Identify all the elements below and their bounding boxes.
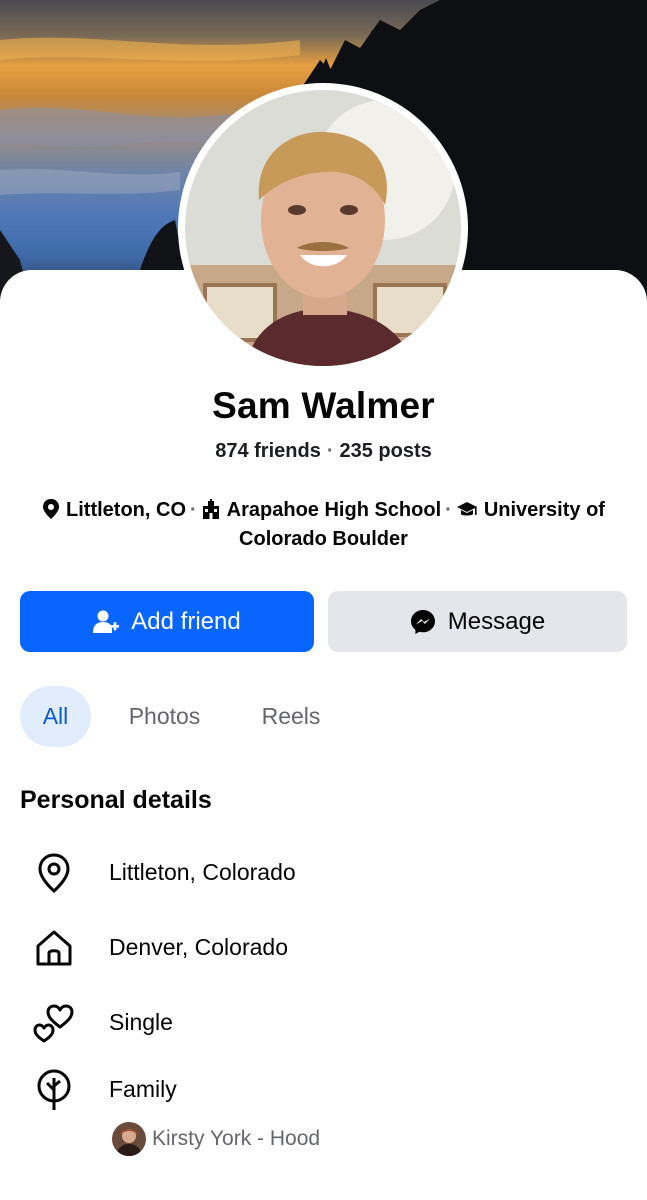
message-label: Message — [447, 607, 546, 635]
home-icon — [30, 924, 78, 972]
message-button[interactable]: Message — [328, 591, 627, 652]
intro-university-line2[interactable]: Colorado Boulder — [239, 528, 408, 550]
detail-text: Littleton, Colorado — [109, 859, 296, 885]
add-friend-label: Add friend — [131, 607, 241, 635]
detail-row-family: Family — [30, 1066, 620, 1116]
profile-stats: 874 friends · 235 posts — [0, 440, 647, 463]
tab-all[interactable]: All — [20, 686, 91, 747]
profile-picture[interactable] — [178, 83, 468, 373]
detail-row-hometown: Denver, Colorado — [30, 924, 620, 974]
profile-name: Sam Walmer — [212, 385, 435, 426]
detail-text: Single — [109, 1009, 173, 1035]
intro-high-school[interactable]: Arapahoe High School — [227, 499, 441, 521]
graduation-cap-icon — [456, 500, 478, 526]
tab-reels[interactable]: Reels — [250, 686, 332, 747]
intro-location: Littleton, CO — [66, 499, 186, 521]
school-building-icon — [201, 499, 221, 526]
avatar — [185, 90, 461, 366]
personal-details-title: Personal details — [20, 786, 212, 814]
add-person-icon — [93, 609, 120, 635]
stats-separator: · — [326, 440, 334, 462]
messenger-icon — [410, 609, 436, 635]
family-member-avatar — [112, 1122, 146, 1156]
detail-row-relationship: Single — [30, 999, 620, 1049]
location-pin-icon — [42, 499, 60, 526]
detail-text: Denver, Colorado — [109, 934, 288, 960]
detail-text: Family — [109, 1076, 177, 1102]
hearts-icon — [30, 999, 78, 1047]
intro-separator: · — [445, 499, 452, 521]
add-friend-button[interactable]: Add friend — [20, 591, 314, 652]
friends-count[interactable]: 874 friends — [215, 440, 321, 462]
family-member[interactable]: Kirsty York - Hood — [112, 1121, 320, 1157]
tree-icon — [30, 1066, 78, 1114]
intro-university-line1[interactable]: University of — [484, 499, 605, 521]
family-member-name: Kirsty York - Hood — [152, 1127, 321, 1150]
profile-intro: Littleton, CO · Arapahoe High School · Unive… — [20, 497, 627, 552]
intro-separator: · — [190, 499, 197, 521]
posts-count: 235 posts — [339, 440, 432, 462]
location-pin-icon — [30, 849, 78, 897]
tab-photos[interactable]: Photos — [116, 686, 213, 747]
detail-row-current-city: Littleton, Colorado — [30, 849, 620, 899]
